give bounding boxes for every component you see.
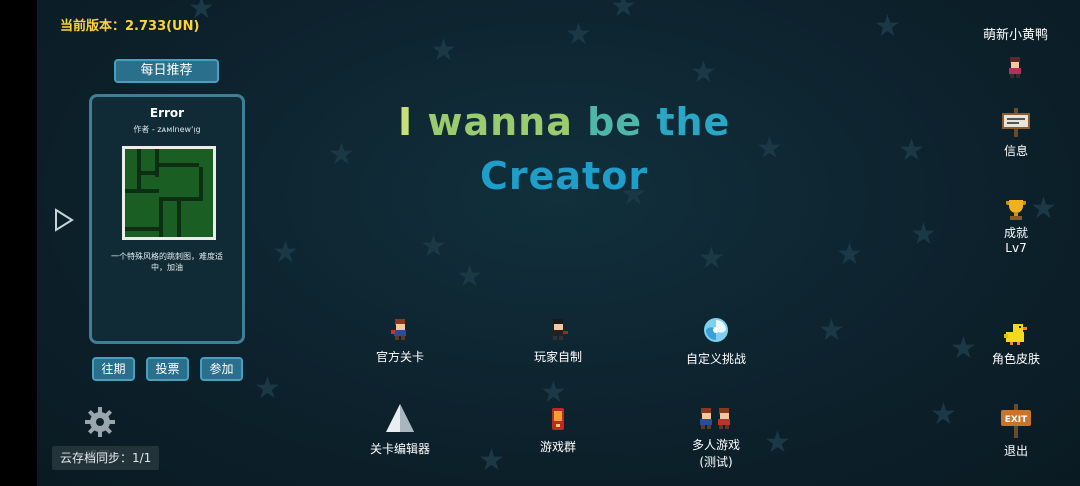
play-arrow-icon[interactable] bbox=[53, 208, 75, 232]
multiplayer-test-label: (测试) bbox=[699, 455, 733, 469]
achievement-level: Lv7 bbox=[1005, 241, 1027, 255]
custom-challenge-button[interactable]: 自定义挑战 bbox=[680, 316, 752, 367]
info-button[interactable]: 信息 bbox=[990, 108, 1042, 159]
exit-button[interactable]: EXIT 退出 bbox=[996, 404, 1036, 459]
info-label: 信息 bbox=[1003, 144, 1028, 158]
multiplayer-label: 多人游戏 bbox=[691, 438, 740, 452]
title-word-i: I bbox=[398, 100, 414, 144]
signboard-icon bbox=[1002, 108, 1030, 137]
avatar[interactable] bbox=[1002, 55, 1028, 82]
level-author: 作者 - ᴢᴀᴍlnew'ᴉg bbox=[133, 125, 201, 134]
level-description: 一个特殊风格的跳刺图，难度适中，加油 bbox=[111, 252, 223, 272]
join-button[interactable]: 参加 bbox=[200, 357, 243, 381]
game-group-button[interactable]: 游戏群 bbox=[524, 406, 592, 455]
game-title-line1: I wanna be the bbox=[398, 100, 730, 144]
avatar-character-icon bbox=[1009, 57, 1021, 78]
character-skins-button[interactable]: 角色皮肤 bbox=[986, 322, 1046, 367]
dark-kid-icon bbox=[552, 319, 568, 340]
achievements-button[interactable]: 成就 Lv7 bbox=[990, 198, 1042, 255]
character-skins-label: 角色皮肤 bbox=[991, 352, 1040, 366]
level-editor-label: 关卡编辑器 bbox=[369, 442, 430, 456]
level-title: Error bbox=[149, 106, 185, 120]
player-made-button[interactable]: 玩家自制 bbox=[524, 316, 592, 365]
kid-character-icon bbox=[391, 319, 406, 340]
exit-sign-icon: EXIT bbox=[1001, 404, 1031, 438]
cloud-sync-status[interactable]: 云存档同步：1/1 bbox=[52, 446, 160, 470]
player-made-label: 玩家自制 bbox=[533, 350, 582, 364]
achievements-label: 成就 bbox=[1003, 226, 1028, 240]
level-editor-button[interactable]: 关卡编辑器 bbox=[362, 402, 438, 457]
title-word-be: be bbox=[587, 100, 643, 144]
gear-icon[interactable] bbox=[84, 406, 116, 438]
daily-recommend-tab[interactable]: 每日推荐 bbox=[114, 59, 219, 83]
custom-challenge-label: 自定义挑战 bbox=[685, 352, 746, 366]
game-title-line2: Creator bbox=[480, 154, 649, 198]
phone-icon bbox=[552, 408, 564, 430]
spike-icon bbox=[386, 404, 414, 432]
two-kids-icon bbox=[700, 408, 730, 429]
exit-label: 退出 bbox=[1003, 444, 1028, 458]
title-word-the: the bbox=[656, 100, 731, 144]
official-levels-button[interactable]: 官方关卡 bbox=[366, 316, 434, 365]
vote-button[interactable]: 投票 bbox=[146, 357, 189, 381]
daily-level-card[interactable]: Error 作者 - ᴢᴀᴍlnew'ᴉg 一个特殊风格的跳刺图，难度适中，加油 bbox=[89, 94, 245, 344]
swirl-portal-icon bbox=[704, 318, 728, 342]
version-label: 当前版本：2.733(UN) bbox=[60, 19, 200, 34]
game-group-label: 游戏群 bbox=[539, 440, 576, 454]
multiplayer-button[interactable]: 多人游戏 (测试) bbox=[678, 406, 754, 470]
screen-edge-bar bbox=[0, 0, 37, 486]
level-thumbnail[interactable] bbox=[122, 146, 216, 240]
username[interactable]: 萌新小黄鸭 bbox=[983, 24, 1048, 43]
past-button[interactable]: 往期 bbox=[92, 357, 135, 381]
exit-sign-text: EXIT bbox=[1005, 415, 1028, 425]
yellow-duck-icon bbox=[1004, 324, 1027, 345]
title-word-wanna: wanna bbox=[427, 100, 573, 144]
trophy-icon bbox=[1005, 200, 1027, 220]
official-levels-label: 官方关卡 bbox=[375, 350, 424, 364]
